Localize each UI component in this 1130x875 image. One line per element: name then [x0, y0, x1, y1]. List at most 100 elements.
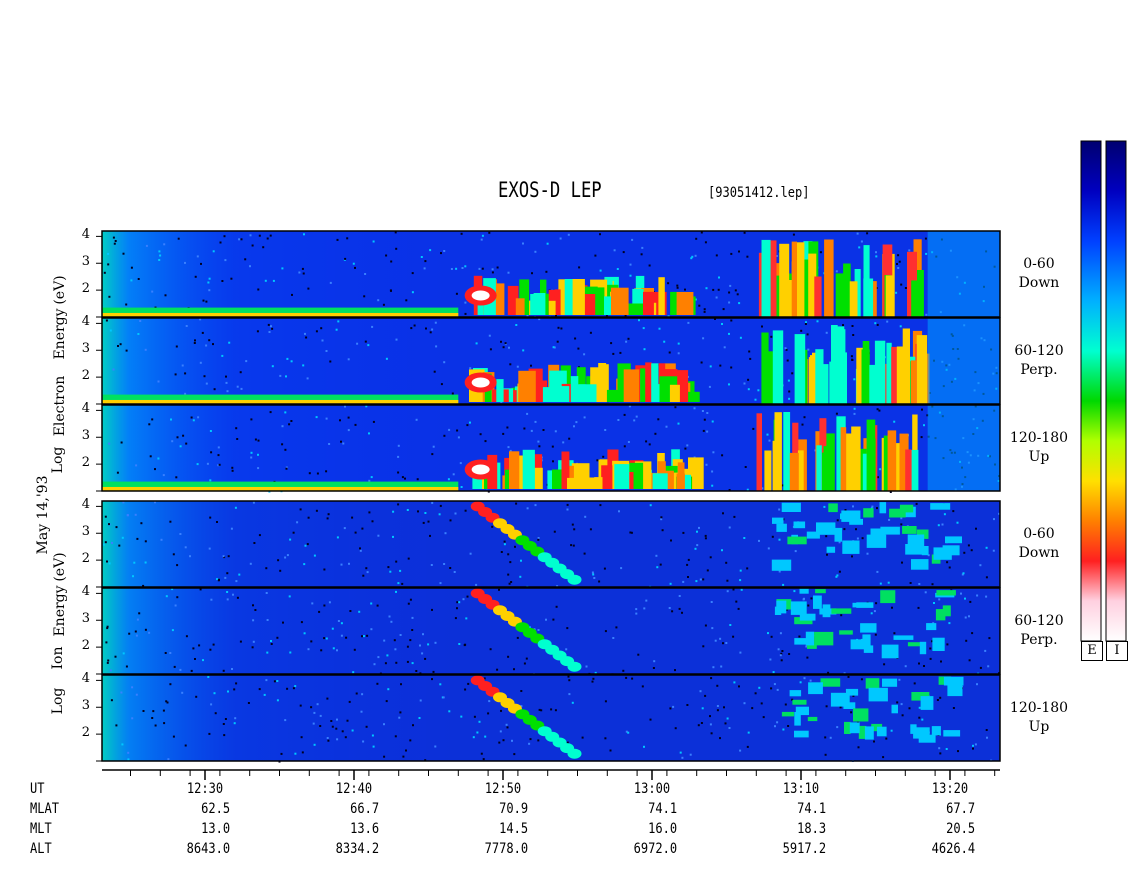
- noise-speck: [176, 436, 179, 439]
- noise-speck: [130, 279, 133, 282]
- noise-speck: [239, 371, 242, 374]
- flux-burst: [623, 369, 640, 402]
- noise-speck: [708, 385, 711, 388]
- noise-speck: [668, 607, 671, 609]
- noise-speck: [710, 732, 713, 735]
- noise-speck: [711, 627, 714, 630]
- noise-speck: [711, 470, 714, 473]
- noise-speck: [478, 267, 481, 270]
- noise-speck: [321, 339, 324, 342]
- noise-speck: [625, 676, 628, 679]
- noise-speck: [499, 730, 502, 733]
- noise-speck: [212, 250, 215, 253]
- noise-speck: [210, 598, 213, 601]
- noise-speck: [537, 629, 540, 631]
- noise-speck: [443, 563, 446, 565]
- noise-speck: [974, 743, 977, 746]
- noise-speck: [184, 392, 187, 395]
- noise-speck: [873, 610, 876, 613]
- flux-burst: [606, 389, 622, 402]
- noise-speck: [285, 375, 287, 378]
- noise-speck: [218, 463, 221, 466]
- noise-speck: [723, 706, 725, 709]
- noise-speck: [784, 703, 787, 706]
- noise-speck: [567, 233, 570, 236]
- noise-speck: [394, 648, 397, 651]
- noise-speck: [853, 412, 856, 415]
- ephemeris-mlat: 67.7: [946, 801, 976, 817]
- noise-speck: [591, 680, 594, 683]
- noise-speck: [341, 730, 344, 733]
- noise-speck: [332, 647, 335, 650]
- noise-speck: [239, 640, 242, 643]
- noise-speck: [985, 729, 988, 731]
- noise-speck: [988, 637, 991, 640]
- flux-burst: [816, 445, 822, 491]
- ion-patch: [820, 678, 841, 687]
- noise-speck: [498, 741, 501, 744]
- noise-speck: [649, 718, 652, 721]
- flux-burst: [509, 451, 520, 489]
- noise-speck: [743, 231, 746, 234]
- noise-speck: [442, 696, 445, 699]
- pitch-range: 0-60: [1023, 256, 1055, 272]
- noise-speck: [689, 753, 692, 756]
- flux-peak-core: [471, 377, 490, 388]
- noise-speck: [617, 419, 620, 421]
- ion-patch: [880, 526, 900, 535]
- noise-speck: [918, 716, 921, 719]
- noise-speck: [733, 515, 736, 518]
- noise-speck: [154, 724, 157, 727]
- noise-speck: [836, 519, 839, 522]
- noise-speck: [276, 636, 279, 639]
- y-tick-label: 4: [81, 497, 90, 513]
- y-tick-label: 2: [81, 638, 90, 654]
- noise-speck: [157, 380, 160, 383]
- noise-speck: [842, 324, 844, 327]
- noise-speck: [284, 556, 287, 559]
- noise-speck: [739, 569, 742, 572]
- noise-speck: [289, 538, 292, 541]
- noise-speck: [643, 607, 646, 610]
- noise-speck: [730, 252, 733, 255]
- noise-speck: [823, 505, 826, 508]
- noise-speck: [531, 272, 533, 275]
- noise-speck: [185, 442, 188, 445]
- noise-speck: [290, 420, 293, 422]
- noise-speck: [171, 629, 174, 632]
- noise-speck: [893, 632, 896, 635]
- noise-speck: [491, 271, 494, 274]
- ion-patch: [813, 595, 822, 609]
- noise-speck: [739, 336, 742, 339]
- noise-speck: [439, 504, 442, 507]
- noise-speck: [782, 583, 785, 586]
- noise-speck: [421, 652, 424, 655]
- noise-speck: [895, 291, 898, 294]
- flux-burst: [761, 239, 771, 317]
- noise-speck: [162, 709, 165, 712]
- noise-speck: [520, 690, 523, 692]
- ephemeris-mlt: 14.5: [499, 821, 529, 837]
- noise-speck: [546, 242, 549, 245]
- noise-speck: [798, 635, 801, 638]
- noise-speck: [387, 566, 390, 569]
- noise-speck: [929, 657, 932, 660]
- flux-burst: [779, 243, 790, 317]
- flux-burst: [916, 335, 928, 404]
- noise-speck: [356, 342, 359, 345]
- noise-speck: [217, 454, 220, 457]
- noise-speck: [871, 505, 874, 508]
- noise-speck: [725, 642, 728, 644]
- x-tick-label: 13:00: [633, 781, 671, 797]
- ion-patch: [772, 517, 784, 524]
- noise-speck: [722, 512, 724, 515]
- noise-speck: [770, 687, 773, 690]
- noise-speck: [105, 641, 108, 644]
- noise-speck: [733, 681, 736, 684]
- noise-speck: [778, 508, 781, 511]
- noise-speck: [778, 538, 781, 541]
- noise-speck: [290, 360, 293, 363]
- noise-speck: [365, 567, 368, 570]
- ion-patch: [805, 631, 815, 646]
- noise-speck: [142, 710, 145, 712]
